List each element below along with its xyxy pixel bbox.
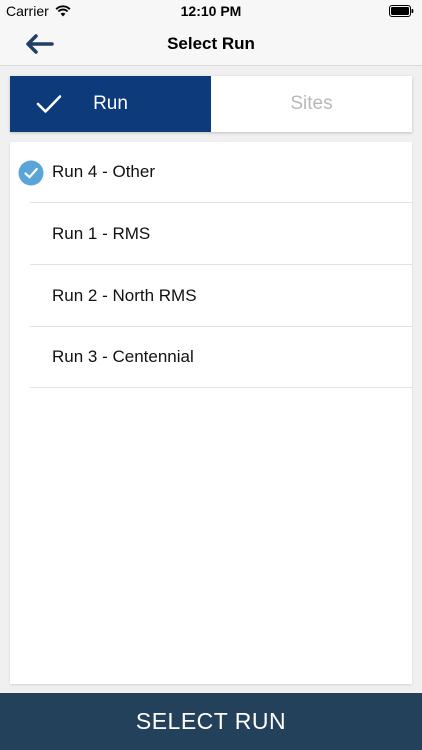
tab-sites[interactable]: Sites (211, 76, 412, 132)
tab-run-label: Run (93, 93, 128, 114)
list-item-label: Run 3 - Centennial (52, 347, 194, 366)
tab-sites-label: Sites (290, 93, 333, 114)
list-item-run-3[interactable]: Run 3 - Centennial (30, 327, 412, 388)
list-item-label: Run 4 - Other (52, 162, 155, 181)
tab-bar: Run Sites (10, 76, 412, 132)
page-title: Select Run (167, 34, 255, 53)
list-item-run-2[interactable]: Run 2 - North RMS (30, 266, 412, 327)
check-circle-icon (18, 160, 44, 186)
run-list: Run 4 - Other Run 1 - RMS Run 2 - North … (10, 142, 412, 684)
checkmark-icon (36, 95, 62, 113)
list-item-run-4[interactable]: Run 4 - Other (18, 142, 412, 203)
list-item-label: Run 2 - North RMS (52, 286, 197, 305)
status-bar: Carrier 12:10 PM (0, 0, 422, 22)
tab-run[interactable]: Run (10, 76, 211, 132)
select-run-button[interactable]: SELECT RUN (0, 693, 422, 750)
app-screen: Carrier 12:10 PM Select Run Run Sites Ru… (0, 0, 422, 750)
list-item-run-1[interactable]: Run 1 - RMS (30, 204, 412, 265)
list-item-label: Run 1 - RMS (52, 224, 151, 243)
navigation-bar: Select Run (0, 22, 422, 66)
status-time: 12:10 PM (180, 3, 242, 19)
battery-icon (389, 5, 414, 17)
